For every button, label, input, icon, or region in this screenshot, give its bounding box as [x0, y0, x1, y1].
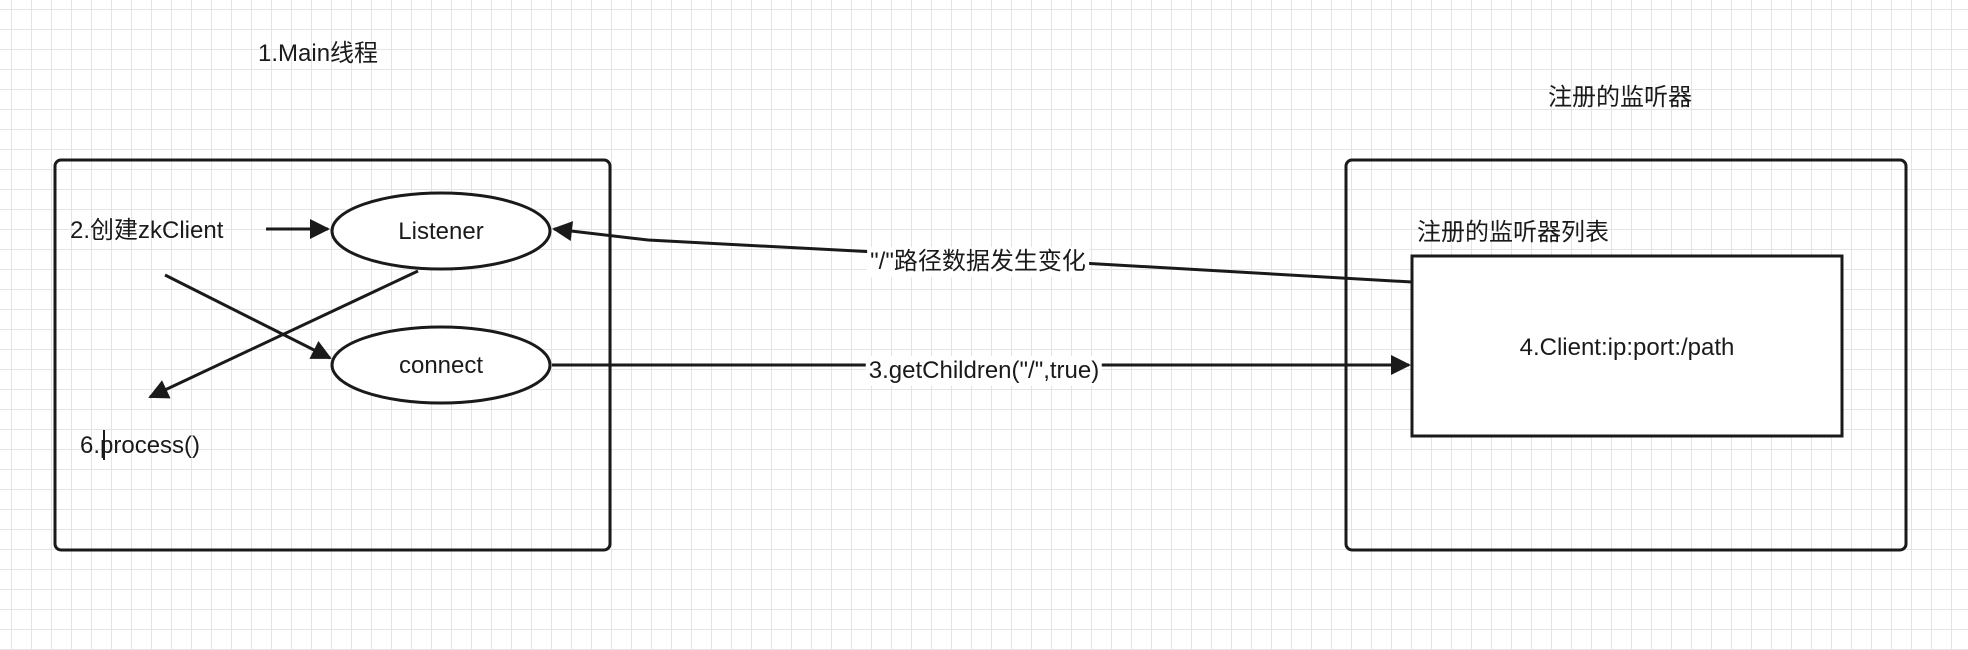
get-children-label: 3.getChildren("/",true): [865, 356, 1103, 386]
registered-listener-title: 注册的监听器: [1548, 84, 1692, 111]
main-thread-label: 1.Main线程: [258, 40, 379, 67]
process-label: 6.process(): [80, 432, 201, 459]
diagram-canvas: 1.Main线程 注册的监听器 2.创建zkClient Listener co…: [0, 0, 1968, 650]
client-entry-label: 4.Client:ip:port:/path: [1519, 334, 1735, 361]
listener-node-label: Listener: [398, 218, 484, 245]
create-client-label: 2.创建zkClient: [70, 217, 224, 244]
create-to-connect-arrow: [164, 273, 332, 360]
listener-list-title: 注册的监听器列表: [1417, 219, 1609, 246]
path-change-label: "/"路径数据发生变化: [867, 247, 1089, 277]
connect-node-label: connect: [398, 352, 484, 379]
